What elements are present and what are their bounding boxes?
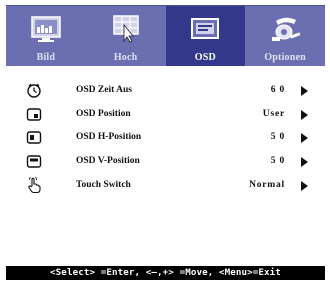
tab-label: Bild — [36, 52, 56, 63]
h-position-icon — [26, 129, 42, 146]
key-help-bar: <Select> =Enter, <–,+> =Move, <Menu>=Exi… — [6, 266, 325, 280]
menu-item-touch-switch[interactable]: Touch Switch Normal — [6, 177, 325, 195]
v-position-icon — [26, 153, 42, 170]
menu-item-label: OSD V-Position — [76, 156, 140, 166]
menu-item-value: 5 0 — [270, 132, 285, 142]
arrow-right-icon[interactable] — [301, 133, 308, 143]
tab-label: OSD — [194, 52, 216, 63]
options-tools-icon — [268, 15, 302, 43]
arrow-right-icon[interactable] — [301, 110, 308, 120]
position-icon — [26, 106, 42, 123]
menu-item-label: OSD H-Position — [76, 132, 142, 142]
monitor-picture-icon — [29, 15, 63, 43]
menu-item-label: OSD Zeit Aus — [76, 85, 132, 95]
tab-optionen[interactable]: Optionen — [245, 6, 325, 66]
menu-item-osd-zeit-aus[interactable]: OSD Zeit Aus 6 0 — [6, 82, 325, 100]
osd-menu: Bild Hoch OSD Optionen OSD Zeit Aus 6 0 … — [6, 5, 325, 280]
osd-window-icon — [188, 15, 222, 43]
menu-item-value: User — [262, 109, 285, 119]
clock-icon — [26, 82, 42, 99]
arrow-right-icon[interactable] — [301, 157, 308, 167]
grid-cursor-icon — [109, 15, 143, 43]
touch-hand-icon — [26, 177, 42, 194]
tab-hoch[interactable]: Hoch — [86, 6, 166, 66]
tab-bild[interactable]: Bild — [6, 6, 86, 66]
menu-item-value: 5 0 — [270, 156, 285, 166]
menu-item-value: Normal — [249, 180, 285, 190]
menu-item-osd-position[interactable]: OSD Position User — [6, 106, 325, 124]
menu-item-osd-h-position[interactable]: OSD H-Position 5 0 — [6, 129, 325, 147]
menu-item-label: OSD Position — [76, 109, 131, 119]
arrow-right-icon[interactable] — [301, 181, 308, 191]
arrow-right-icon[interactable] — [301, 86, 308, 96]
tab-osd[interactable]: OSD — [165, 6, 246, 66]
menu-item-osd-v-position[interactable]: OSD V-Position 5 0 — [6, 153, 325, 171]
tab-bar: Bild Hoch OSD Optionen — [6, 5, 325, 66]
menu-item-label: Touch Switch — [76, 180, 131, 190]
tab-label: Hoch — [113, 52, 138, 63]
menu-item-value: 6 0 — [270, 85, 285, 95]
tab-label: Optionen — [264, 52, 306, 63]
